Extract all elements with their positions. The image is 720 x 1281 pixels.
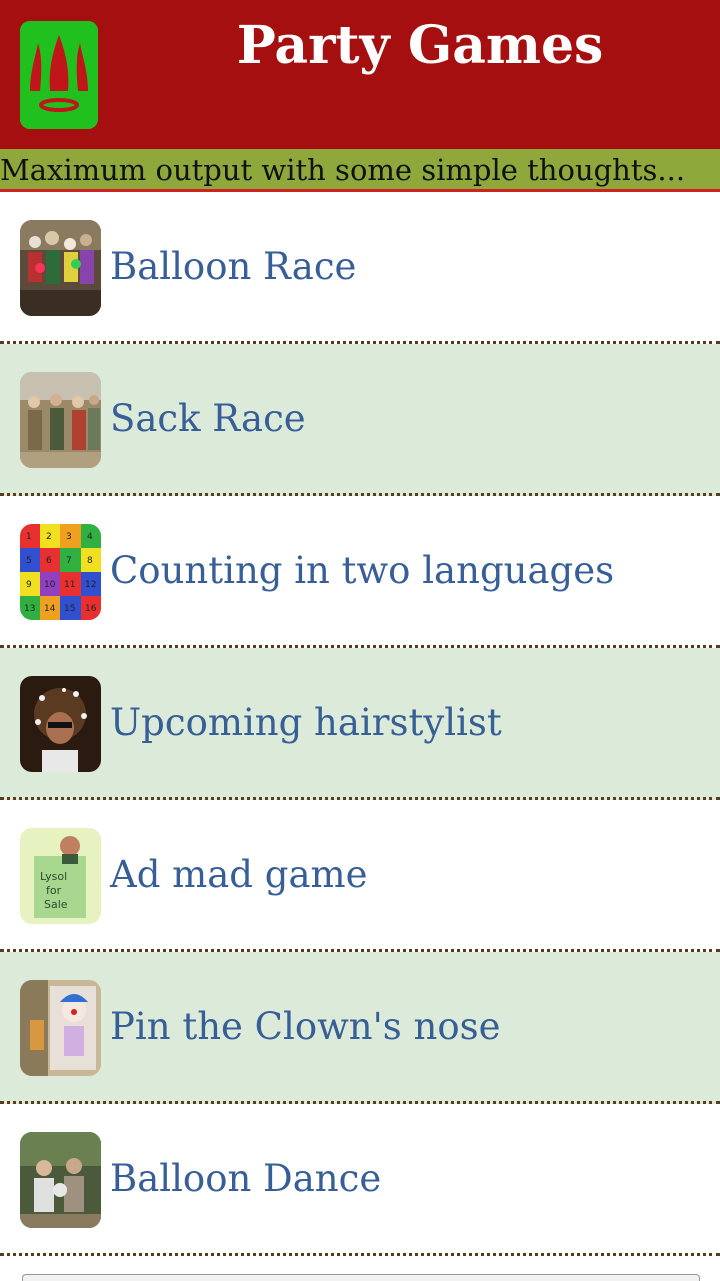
svg-text:1: 1 bbox=[26, 532, 32, 542]
list-item[interactable]: 1234 5678 9 10 11 12 13 14 15 16 Counting in t… bbox=[0, 496, 720, 648]
svg-text:4: 4 bbox=[87, 532, 93, 542]
balloon-dance-photo-icon bbox=[20, 1132, 101, 1228]
ad-mad-bag-icon: Lysol for Sale bbox=[20, 828, 101, 924]
list-item-label: Counting in two languages bbox=[110, 549, 615, 592]
svg-text:13: 13 bbox=[24, 604, 35, 614]
svg-text:2: 2 bbox=[46, 532, 52, 542]
svg-text:10: 10 bbox=[44, 580, 56, 590]
svg-text:16: 16 bbox=[85, 604, 97, 614]
svg-text:for: for bbox=[46, 884, 62, 897]
app-header: Party Games bbox=[0, 0, 720, 149]
list-item[interactable]: Balloon Dance bbox=[0, 1104, 720, 1256]
list-item-label: Sack Race bbox=[110, 397, 306, 440]
svg-text:14: 14 bbox=[44, 604, 56, 614]
svg-text:12: 12 bbox=[85, 580, 96, 590]
list-item[interactable]: Upcoming hairstylist bbox=[0, 648, 720, 800]
balloon-race-photo-icon bbox=[20, 220, 101, 316]
svg-text:15: 15 bbox=[64, 604, 75, 614]
list-item[interactable]: Sack Race bbox=[0, 344, 720, 496]
game-list: Balloon Race Sack Race 1 2 3 4 5 6 7 8 9… bbox=[0, 192, 720, 1256]
list-item-label: Balloon Race bbox=[110, 245, 357, 288]
sack-race-photo-icon bbox=[20, 372, 101, 468]
svg-text:6: 6 bbox=[46, 556, 52, 566]
svg-text:9: 9 bbox=[26, 580, 32, 590]
tagline-bar: Maximum output with some simple thoughts… bbox=[0, 149, 720, 192]
tagline-text: Maximum output with some simple thoughts… bbox=[0, 153, 686, 187]
list-item-label: Pin the Clown's nose bbox=[110, 1005, 501, 1048]
page-title: Party Games bbox=[236, 15, 604, 76]
list-item[interactable]: Lysol for Sale Ad mad game bbox=[0, 800, 720, 952]
list-item[interactable]: Pin the Clown's nose bbox=[0, 952, 720, 1104]
svg-text:Sale: Sale bbox=[44, 898, 68, 911]
svg-text:11: 11 bbox=[64, 580, 75, 590]
svg-text:7: 7 bbox=[66, 556, 72, 566]
number-grid-icon: 1234 5678 9 10 11 12 13 14 15 16 bbox=[20, 524, 101, 620]
svg-text:3: 3 bbox=[66, 532, 72, 542]
list-item[interactable]: Balloon Race bbox=[0, 192, 720, 344]
svg-text:5: 5 bbox=[26, 556, 32, 566]
svg-text:8: 8 bbox=[87, 556, 93, 566]
list-item-label: Upcoming hairstylist bbox=[110, 701, 502, 744]
list-item-label: Balloon Dance bbox=[110, 1157, 382, 1200]
crown-icon[interactable] bbox=[20, 21, 98, 129]
list-item-label: Ad mad game bbox=[110, 853, 368, 896]
clown-photo-icon bbox=[20, 980, 101, 1076]
svg-text:Lysol: Lysol bbox=[40, 870, 67, 883]
hairstylist-photo-icon bbox=[20, 676, 101, 772]
